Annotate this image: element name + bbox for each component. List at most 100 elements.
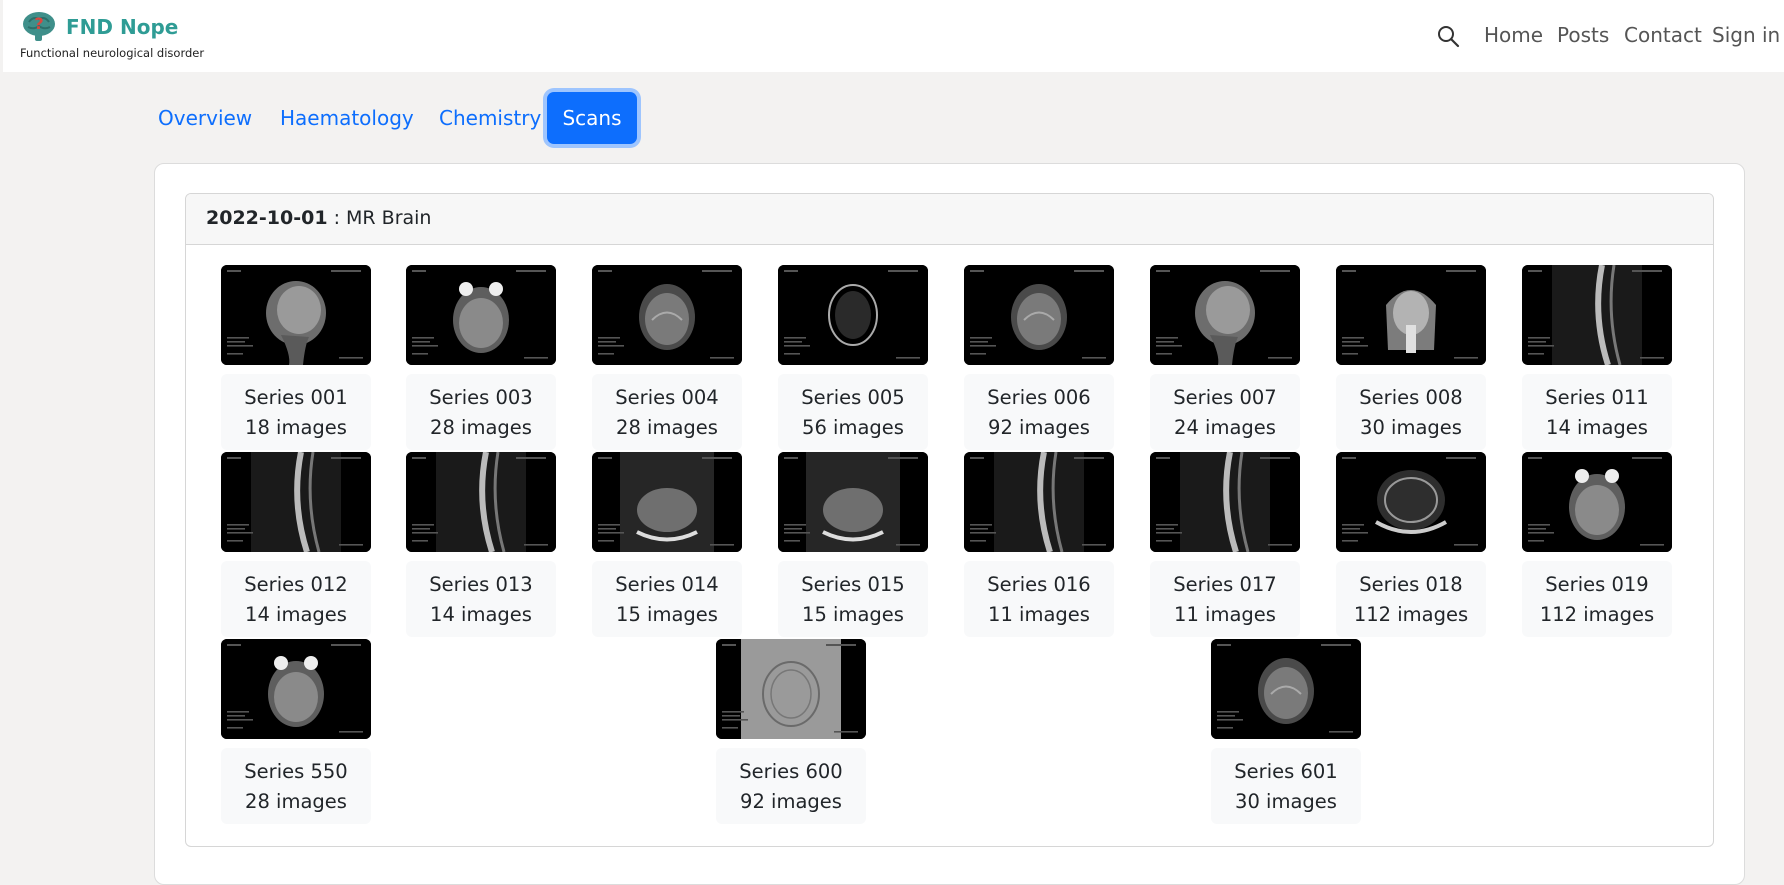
tab-chemistry[interactable]: Chemistry bbox=[439, 92, 541, 144]
series-name: Series 018 bbox=[1359, 573, 1463, 596]
series-card[interactable]: Series 018 112 images bbox=[1336, 452, 1486, 637]
series-thumbnail[interactable] bbox=[1522, 265, 1672, 365]
series-caption: Series 601 30 images bbox=[1211, 748, 1361, 824]
series-card[interactable]: Series 601 30 images bbox=[1211, 639, 1361, 824]
series-image-count: 11 images bbox=[988, 603, 1090, 626]
series-image-count: 112 images bbox=[1539, 603, 1655, 626]
series-caption: Series 600 92 images bbox=[716, 748, 866, 824]
series-name: Series 013 bbox=[429, 573, 533, 596]
series-caption: Series 015 15 images bbox=[778, 561, 928, 637]
series-name: Series 008 bbox=[1359, 386, 1463, 409]
series-thumbnail[interactable] bbox=[1522, 452, 1672, 552]
series-thumbnail[interactable] bbox=[406, 452, 556, 552]
series-card[interactable]: Series 005 56 images bbox=[778, 265, 928, 450]
series-image-count: 14 images bbox=[245, 603, 347, 626]
series-card[interactable]: Series 007 24 images bbox=[1150, 265, 1300, 450]
series-name: Series 007 bbox=[1173, 386, 1277, 409]
series-image-count: 28 images bbox=[616, 416, 718, 439]
series-card[interactable]: Series 004 28 images bbox=[592, 265, 742, 450]
study-description: MR Brain bbox=[346, 207, 432, 229]
series-caption: Series 019 112 images bbox=[1522, 561, 1672, 637]
series-card[interactable]: Series 012 14 images bbox=[221, 452, 371, 637]
series-card[interactable]: Series 016 11 images bbox=[964, 452, 1114, 637]
series-image-count: 14 images bbox=[1546, 416, 1648, 439]
series-caption: Series 016 11 images bbox=[964, 561, 1114, 637]
series-card[interactable]: Series 008 30 images bbox=[1336, 265, 1486, 450]
series-thumbnail[interactable] bbox=[221, 639, 371, 739]
study-header: 2022-10-01 : MR Brain bbox=[186, 194, 1713, 245]
brand-name[interactable]: FND Nope bbox=[66, 15, 178, 39]
series-card[interactable]: Series 001 18 images bbox=[221, 265, 371, 450]
series-card[interactable]: Series 014 15 images bbox=[592, 452, 742, 637]
series-thumbnail[interactable] bbox=[1336, 452, 1486, 552]
tab-scans[interactable]: Scans bbox=[547, 92, 637, 144]
series-image-count: 30 images bbox=[1235, 790, 1337, 813]
navbar: ? FND Nope Functional neurological disor… bbox=[3, 0, 1784, 72]
series-thumbnail[interactable] bbox=[221, 265, 371, 365]
series-card[interactable]: Series 019 112 images bbox=[1522, 452, 1672, 637]
brand-tagline: Functional neurological disorder bbox=[20, 46, 205, 60]
series-name: Series 011 bbox=[1545, 386, 1649, 409]
series-card[interactable]: Series 550 28 images bbox=[221, 639, 371, 824]
study-date: 2022-10-01 bbox=[206, 207, 328, 229]
series-card[interactable]: Series 017 11 images bbox=[1150, 452, 1300, 637]
study-title: 2022-10-01 : MR Brain bbox=[206, 207, 431, 229]
nav-posts-link[interactable]: Posts bbox=[1557, 23, 1609, 47]
series-thumbnail[interactable] bbox=[406, 265, 556, 365]
series-card[interactable]: Series 600 92 images bbox=[716, 639, 866, 824]
series-caption: Series 014 15 images bbox=[592, 561, 742, 637]
series-name: Series 012 bbox=[244, 573, 348, 596]
series-name: Series 015 bbox=[801, 573, 905, 596]
series-name: Series 017 bbox=[1173, 573, 1277, 596]
series-thumbnail[interactable] bbox=[778, 452, 928, 552]
series-caption: Series 017 11 images bbox=[1150, 561, 1300, 637]
series-card[interactable]: Series 003 28 images bbox=[406, 265, 556, 450]
series-caption: Series 008 30 images bbox=[1336, 374, 1486, 450]
tab-haematology[interactable]: Haematology bbox=[280, 92, 414, 144]
series-name: Series 016 bbox=[987, 573, 1091, 596]
series-thumbnail[interactable] bbox=[1336, 265, 1486, 365]
series-name: Series 550 bbox=[244, 760, 348, 783]
series-name: Series 001 bbox=[244, 386, 348, 409]
series-name: Series 005 bbox=[801, 386, 905, 409]
series-image-count: 112 images bbox=[1353, 603, 1469, 626]
series-caption: Series 003 28 images bbox=[406, 374, 556, 450]
series-thumbnail[interactable] bbox=[778, 265, 928, 365]
series-thumbnail[interactable] bbox=[1150, 452, 1300, 552]
series-card[interactable]: Series 013 14 images bbox=[406, 452, 556, 637]
series-card[interactable]: Series 011 14 images bbox=[1522, 265, 1672, 450]
series-thumbnail[interactable] bbox=[1211, 639, 1361, 739]
series-thumbnail[interactable] bbox=[221, 452, 371, 552]
series-image-count: 18 images bbox=[245, 416, 347, 439]
series-caption: Series 018 112 images bbox=[1336, 561, 1486, 637]
series-image-count: 15 images bbox=[616, 603, 718, 626]
series-thumbnail[interactable] bbox=[964, 265, 1114, 365]
nav-signin-link[interactable]: Sign in bbox=[1712, 23, 1780, 47]
series-caption: Series 011 14 images bbox=[1522, 374, 1672, 450]
series-card[interactable]: Series 006 92 images bbox=[964, 265, 1114, 450]
series-thumbnail[interactable] bbox=[592, 452, 742, 552]
series-name: Series 019 bbox=[1545, 573, 1649, 596]
tab-overview[interactable]: Overview bbox=[158, 92, 252, 144]
search-icon[interactable] bbox=[1436, 24, 1460, 48]
series-caption: Series 007 24 images bbox=[1150, 374, 1300, 450]
series-thumbnail[interactable] bbox=[592, 265, 742, 365]
series-name: Series 601 bbox=[1234, 760, 1338, 783]
series-thumbnail[interactable] bbox=[716, 639, 866, 739]
series-image-count: 30 images bbox=[1360, 416, 1462, 439]
series-image-count: 92 images bbox=[740, 790, 842, 813]
series-name: Series 600 bbox=[739, 760, 843, 783]
nav-contact-link[interactable]: Contact bbox=[1624, 23, 1702, 47]
svg-text:?: ? bbox=[34, 14, 43, 33]
series-thumbnail[interactable] bbox=[964, 452, 1114, 552]
nav-home-link[interactable]: Home bbox=[1484, 23, 1543, 47]
series-name: Series 004 bbox=[615, 386, 719, 409]
series-image-count: 14 images bbox=[430, 603, 532, 626]
series-image-count: 92 images bbox=[988, 416, 1090, 439]
series-name: Series 003 bbox=[429, 386, 533, 409]
series-caption: Series 001 18 images bbox=[221, 374, 371, 450]
series-card[interactable]: Series 015 15 images bbox=[778, 452, 928, 637]
series-caption: Series 006 92 images bbox=[964, 374, 1114, 450]
series-image-count: 15 images bbox=[802, 603, 904, 626]
series-thumbnail[interactable] bbox=[1150, 265, 1300, 365]
